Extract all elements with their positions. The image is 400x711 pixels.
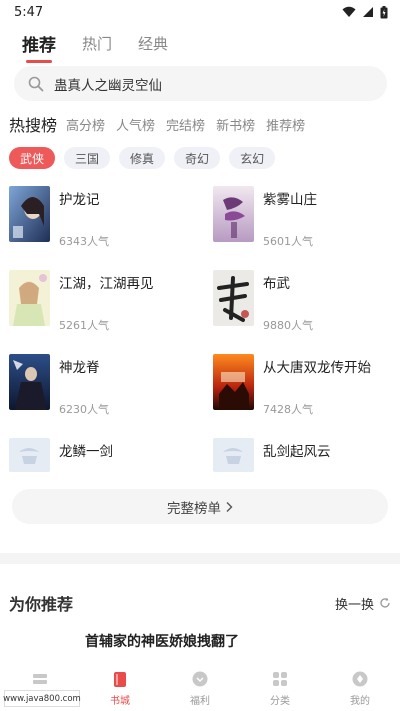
tab-recommend[interactable]: 推荐 [22,27,56,56]
nav-bookstore[interactable]: 书城 [80,666,160,711]
chip-fantasy[interactable]: 奇幻 [174,147,221,169]
book-title: 江湖，江湖再见 [59,276,154,292]
search-icon [28,76,44,91]
book-popularity: 9880人气 [263,319,313,332]
book-cover [213,438,254,472]
book-cover [213,186,254,242]
book-icon [114,672,126,687]
full-list-label: 完整榜单 [167,500,221,517]
rank-tab-high-score[interactable]: 高分榜 [66,115,105,134]
chip-three-kingdoms[interactable]: 三国 [64,147,111,169]
recommend-header: 为你推荐 换一换 [9,591,391,615]
ranking-tabs: 热搜榜 高分榜 人气榜 完结榜 新书榜 推荐榜 [0,112,400,136]
rank-tab-new[interactable]: 新书榜 [216,115,255,134]
book-item[interactable]: 龙鳞一剑 [9,438,199,496]
rank-tab-popularity[interactable]: 人气榜 [116,115,155,134]
nav-profile[interactable]: 我的 [320,666,400,711]
book-popularity: 5261人气 [59,319,109,332]
book-title: 乱剑起风云 [263,444,331,460]
nav-label: 我的 [350,696,370,707]
status-time: 5:47 [14,4,44,20]
rank-tab-recommended[interactable]: 推荐榜 [266,115,305,134]
tab-hot[interactable]: 热门 [82,29,112,54]
section-divider [0,553,400,564]
book-title: 紫雾山庄 [263,192,317,208]
bookshelf-icon [33,674,47,684]
book-item[interactable]: 神龙脊 6230人气 [9,354,199,416]
chip-wuxia[interactable]: 武侠 [9,147,56,169]
status-bar: 5:47 [0,0,400,24]
watermark: www.java800.com [3,690,81,707]
book-cover [9,438,50,472]
recommend-title: 为你推荐 [9,595,74,614]
gift-icon [192,671,208,687]
book-title: 龙鳞一剑 [59,444,113,460]
wifi-icon [342,6,356,17]
book-cover [213,354,254,410]
book-cover [9,186,50,242]
book-item[interactable]: 紫雾山庄 5601人气 [213,186,400,248]
book-popularity: 6230人气 [59,403,109,416]
status-icons [342,5,388,19]
book-item[interactable]: 护龙记 6343人气 [9,186,199,248]
chevron-right-icon [226,501,233,512]
book-title: 护龙记 [59,192,100,208]
nav-welfare[interactable]: 福利 [160,666,240,711]
nav-category[interactable]: 分类 [240,666,320,711]
refresh-label: 换一换 [334,597,374,613]
chip-xuanhuan[interactable]: 玄幻 [229,147,276,169]
book-title: 布武 [263,276,290,292]
book-title: 神龙脊 [59,360,100,376]
nav-label: 书城 [110,696,130,707]
battery-icon [380,5,388,18]
rank-tab-completed[interactable]: 完结榜 [166,115,205,134]
book-popularity: 6343人气 [59,235,109,248]
book-cover [213,270,254,326]
full-list-button[interactable]: 完整榜单 [12,489,388,524]
refresh-button[interactable]: 换一换 [335,594,391,613]
rank-tab-hot-search[interactable]: 热搜榜 [9,112,57,136]
category-icon [273,672,287,686]
genre-chips: 武侠 三国 修真 奇幻 玄幻 [9,147,276,169]
nav-label: 福利 [190,696,210,707]
chip-xiuzhen[interactable]: 修真 [119,147,166,169]
book-cover [9,354,50,410]
refresh-icon [380,597,390,608]
top-tabs: 推荐 热门 经典 [0,24,400,58]
book-title: 从大唐双龙传开始 [263,360,371,376]
nav-label: 分类 [270,696,290,707]
tab-classic[interactable]: 经典 [138,29,168,54]
book-item[interactable]: 江湖，江湖再见 5261人气 [9,270,199,332]
signal-icon [363,7,373,17]
book-popularity: 7428人气 [263,403,313,416]
book-item[interactable]: 从大唐双龙传开始 7428人气 [213,354,400,416]
book-item[interactable]: 乱剑起风云 [213,438,400,496]
search-bar[interactable]: 蛊真人之幽灵空仙 [14,66,387,101]
book-popularity: 5601人气 [263,235,313,248]
profile-icon [352,671,368,687]
recommended-book-title[interactable]: 首辅家的神医娇娘拽翻了 [85,631,239,651]
book-cover [9,270,50,326]
book-item[interactable]: 布武 9880人气 [213,270,400,332]
search-text: 蛊真人之幽灵空仙 [54,77,162,94]
